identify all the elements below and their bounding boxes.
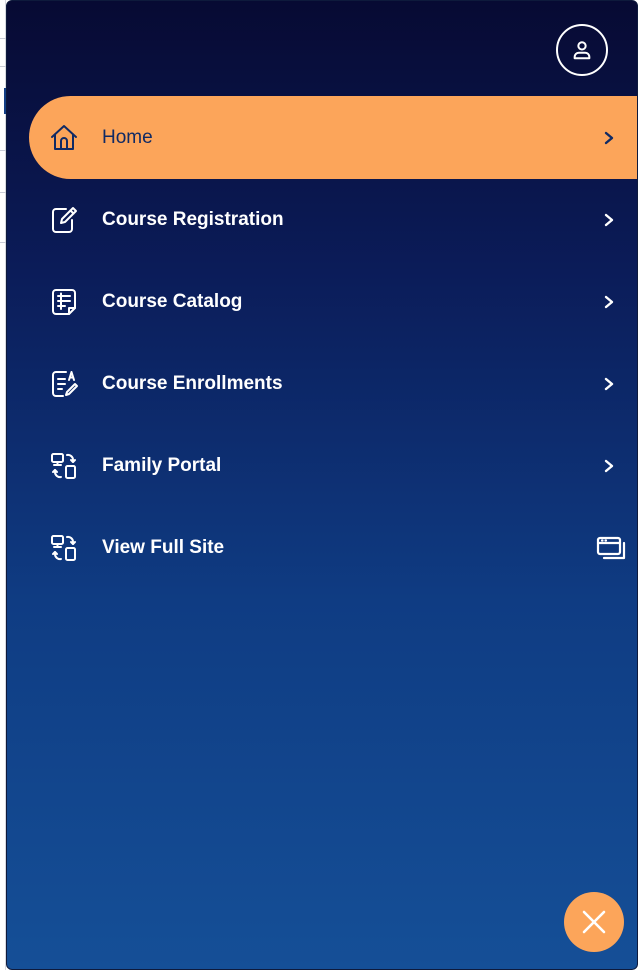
catalog-list-icon	[47, 285, 81, 319]
navigation-drawer: Home Course Registration Course Catalog …	[6, 0, 638, 970]
chevron-right-icon	[597, 126, 621, 150]
chevron-right-icon	[597, 208, 621, 232]
menu-item-label: Course Registration	[102, 209, 284, 230]
chevron-right-icon	[597, 290, 621, 314]
browser-window-icon	[595, 536, 629, 560]
menu-item-home[interactable]: Home	[29, 96, 637, 179]
close-menu-button[interactable]	[564, 892, 624, 952]
device-switch-icon	[47, 531, 81, 565]
profile-button[interactable]	[556, 24, 608, 76]
menu-item-course-catalog[interactable]: Course Catalog	[7, 261, 637, 343]
menu-item-label: View Full Site	[102, 537, 225, 558]
device-switch-icon	[47, 449, 81, 483]
chevron-right-icon	[597, 372, 621, 396]
menu-item-label: Home	[102, 126, 153, 148]
menu-item-family-portal[interactable]: Family Portal	[7, 425, 637, 507]
enrollment-doc-icon	[47, 367, 81, 401]
main-menu: Home Course Registration Course Catalog …	[7, 96, 637, 589]
edit-form-icon	[47, 203, 81, 237]
close-x-icon	[579, 907, 609, 937]
menu-item-course-enrollments[interactable]: Course Enrollments	[7, 343, 637, 425]
chevron-right-icon	[597, 454, 621, 478]
menu-item-course-registration[interactable]: Course Registration	[7, 179, 637, 261]
menu-item-label: Course Enrollments	[102, 373, 283, 394]
menu-item-label: Course Catalog	[102, 291, 243, 312]
menu-item-label: Family Portal	[102, 455, 222, 476]
user-profile-icon	[571, 39, 593, 61]
menu-item-view-full-site[interactable]: View Full Site	[7, 507, 637, 589]
home-icon	[47, 121, 81, 155]
